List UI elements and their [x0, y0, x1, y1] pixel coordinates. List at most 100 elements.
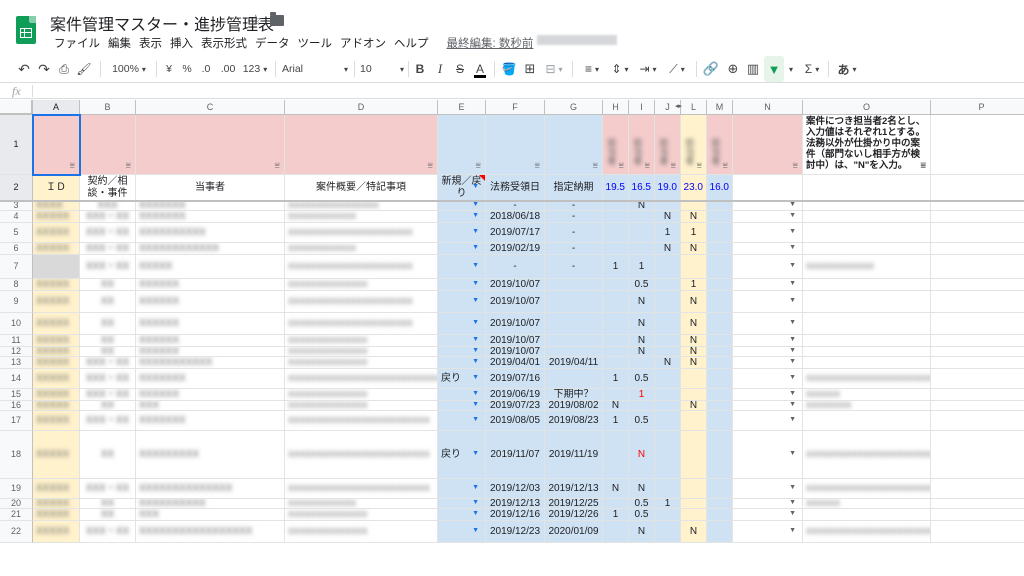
cell-D8[interactable]: XXXXXXXXXXXXXX [285, 279, 438, 291]
cell-I18[interactable]: N [629, 431, 655, 479]
dropdown-arrow-icon[interactable]: ▼ [789, 319, 796, 327]
cell-P22[interactable] [931, 521, 1024, 543]
header-cell-N1[interactable]: ⩸ [733, 115, 803, 175]
dropdown-arrow-icon[interactable]: ▼ [789, 336, 796, 344]
dropdown-arrow-icon[interactable]: ▼ [789, 484, 796, 492]
cell-L4[interactable]: N [681, 211, 707, 223]
cell-I5[interactable] [629, 223, 655, 243]
cell-F19[interactable]: 2019/12/03 [486, 479, 545, 499]
cell-O9[interactable] [803, 291, 931, 313]
filter-icon[interactable]: ⩸ [476, 160, 481, 170]
dropdown-arrow-icon[interactable]: ▼ [472, 319, 479, 327]
cell-A9[interactable]: XXXXX [33, 291, 80, 313]
cell-L10[interactable]: N [681, 313, 707, 335]
cell-E15[interactable]: ▼ [438, 389, 486, 401]
insert-chart-icon[interactable]: ▥ [744, 56, 762, 82]
cell-B18[interactable]: XX [80, 431, 136, 479]
cell-H9[interactable] [603, 291, 629, 313]
cell-E4[interactable]: ▼ [438, 211, 486, 223]
cell-P14[interactable] [931, 369, 1024, 389]
cell-N7[interactable]: ▼ [733, 255, 803, 279]
cell-D14[interactable]: XXXXXXXXXXXXXXXXXXXXXXXXXXXXXX [285, 369, 438, 389]
currency-button[interactable]: ¥ [162, 56, 176, 82]
header-cell-O2[interactable] [803, 175, 931, 201]
cell-C15[interactable]: XXXXXX [136, 389, 285, 401]
column-header-D[interactable]: D [285, 100, 438, 115]
cell-C10[interactable]: XXXXXX [136, 313, 285, 335]
cell-J15[interactable] [655, 389, 681, 401]
cell-C12[interactable]: XXXXXX [136, 347, 285, 357]
cell-L17[interactable] [681, 411, 707, 431]
bold-button[interactable]: B [412, 56, 428, 82]
dropdown-arrow-icon[interactable]: ▼ [472, 228, 479, 236]
cell-J17[interactable] [655, 411, 681, 431]
cell-N22[interactable]: ▼ [733, 521, 803, 543]
row-header-12[interactable]: 12 [0, 347, 33, 357]
cell-A16[interactable]: XXXXX [33, 401, 80, 411]
cell-D17[interactable]: XXXXXXXXXXXXXXXXXXXXXXXXX [285, 411, 438, 431]
header-cell-N2[interactable] [733, 175, 803, 201]
cell-E14[interactable]: 戻り ▼ [438, 369, 486, 389]
cell-I11[interactable]: N [629, 335, 655, 347]
menu-item[interactable]: 表示形式 [197, 35, 251, 51]
cell-H22[interactable] [603, 521, 629, 543]
filter-icon[interactable]: ⩸ [275, 160, 280, 170]
row-header-7[interactable]: 7 [0, 255, 33, 279]
zoom-select[interactable]: 100% [108, 56, 150, 82]
cell-B5[interactable]: XXX・XX [80, 223, 136, 243]
cell-A12[interactable]: XXXXX [33, 347, 80, 357]
cell-M19[interactable] [707, 479, 733, 499]
redo-icon[interactable]: ↷ [36, 56, 52, 82]
row-header-21[interactable]: 21 [0, 509, 33, 521]
cell-O22[interactable]: XXXXXXXXXXXXXXXXXXXXXXXXXX [803, 521, 931, 543]
dropdown-arrow-icon[interactable]: ▼ [789, 297, 796, 305]
cell-J5[interactable]: 1 [655, 223, 681, 243]
dropdown-arrow-icon[interactable]: ▼ [472, 484, 479, 492]
dropdown-arrow-icon[interactable]: ▼ [789, 401, 796, 409]
cell-N20[interactable]: ▼ [733, 499, 803, 509]
cell-E10[interactable]: ▼ [438, 313, 486, 335]
cell-D4[interactable]: XXXXXXXXXXXX [285, 211, 438, 223]
cell-H12[interactable] [603, 347, 629, 357]
input-tools-button[interactable]: あ [834, 56, 860, 82]
dropdown-arrow-icon[interactable]: ▼ [472, 401, 479, 409]
filter-icon[interactable]: ⩸ [793, 160, 798, 170]
menu-item[interactable]: データ [251, 35, 294, 51]
cell-H16[interactable]: N [603, 401, 629, 411]
dropdown-arrow-icon[interactable]: ▼ [472, 183, 479, 191]
filter-icon[interactable]: ⩸ [921, 160, 926, 170]
cell-B9[interactable]: XX [80, 291, 136, 313]
cell-I17[interactable]: 0.5 [629, 411, 655, 431]
row-header-16[interactable]: 16 [0, 401, 33, 411]
dropdown-arrow-icon[interactable]: ▼ [789, 527, 796, 535]
cell-A21[interactable]: XXXXX [33, 509, 80, 521]
menu-item[interactable]: ファイル [50, 35, 104, 51]
cell-M15[interactable] [707, 389, 733, 401]
cell-D9[interactable]: XXXXXXXXXXXXXXXXXXXXXX [285, 291, 438, 313]
cell-M22[interactable] [707, 521, 733, 543]
column-header-O[interactable]: O [803, 100, 931, 115]
cell-O5[interactable] [803, 223, 931, 243]
column-header-L[interactable]: L [681, 100, 707, 115]
dropdown-arrow-icon[interactable]: ▼ [472, 201, 479, 209]
header-cell-E1[interactable]: ⩸ [438, 115, 486, 175]
cell-F7[interactable]: - [486, 255, 545, 279]
column-header-G[interactable]: G [545, 100, 603, 115]
spreadsheet-grid[interactable]: A B C D E F G H I J L M N O P ◂▸ 1 ⩸ ⩸ ⩸ ⩸ ⩸ ⩸ ⩸ 担当者 ⩸ 担当者 ⩸ 担当者 ⩸ 担当者… [0, 100, 1024, 576]
cell-P18[interactable] [931, 431, 1024, 479]
cell-F3[interactable]: - [486, 201, 545, 211]
more-formats-select[interactable]: 123 [240, 56, 270, 82]
column-header-A[interactable]: A [33, 100, 80, 115]
cell-G21[interactable]: 2019/12/26 [545, 509, 603, 521]
cell-C20[interactable]: XXXXXXXXXX [136, 499, 285, 509]
cell-G5[interactable]: - [545, 223, 603, 243]
cell-B22[interactable]: XXX・XX [80, 521, 136, 543]
cell-M18[interactable] [707, 431, 733, 479]
dropdown-arrow-icon[interactable]: ▼ [789, 262, 796, 270]
column-header-N[interactable]: N [733, 100, 803, 115]
cell-M6[interactable] [707, 243, 733, 255]
cell-P17[interactable] [931, 411, 1024, 431]
cell-J11[interactable] [655, 335, 681, 347]
cell-A14[interactable]: XXXXX [33, 369, 80, 389]
cell-C21[interactable]: XXX [136, 509, 285, 521]
